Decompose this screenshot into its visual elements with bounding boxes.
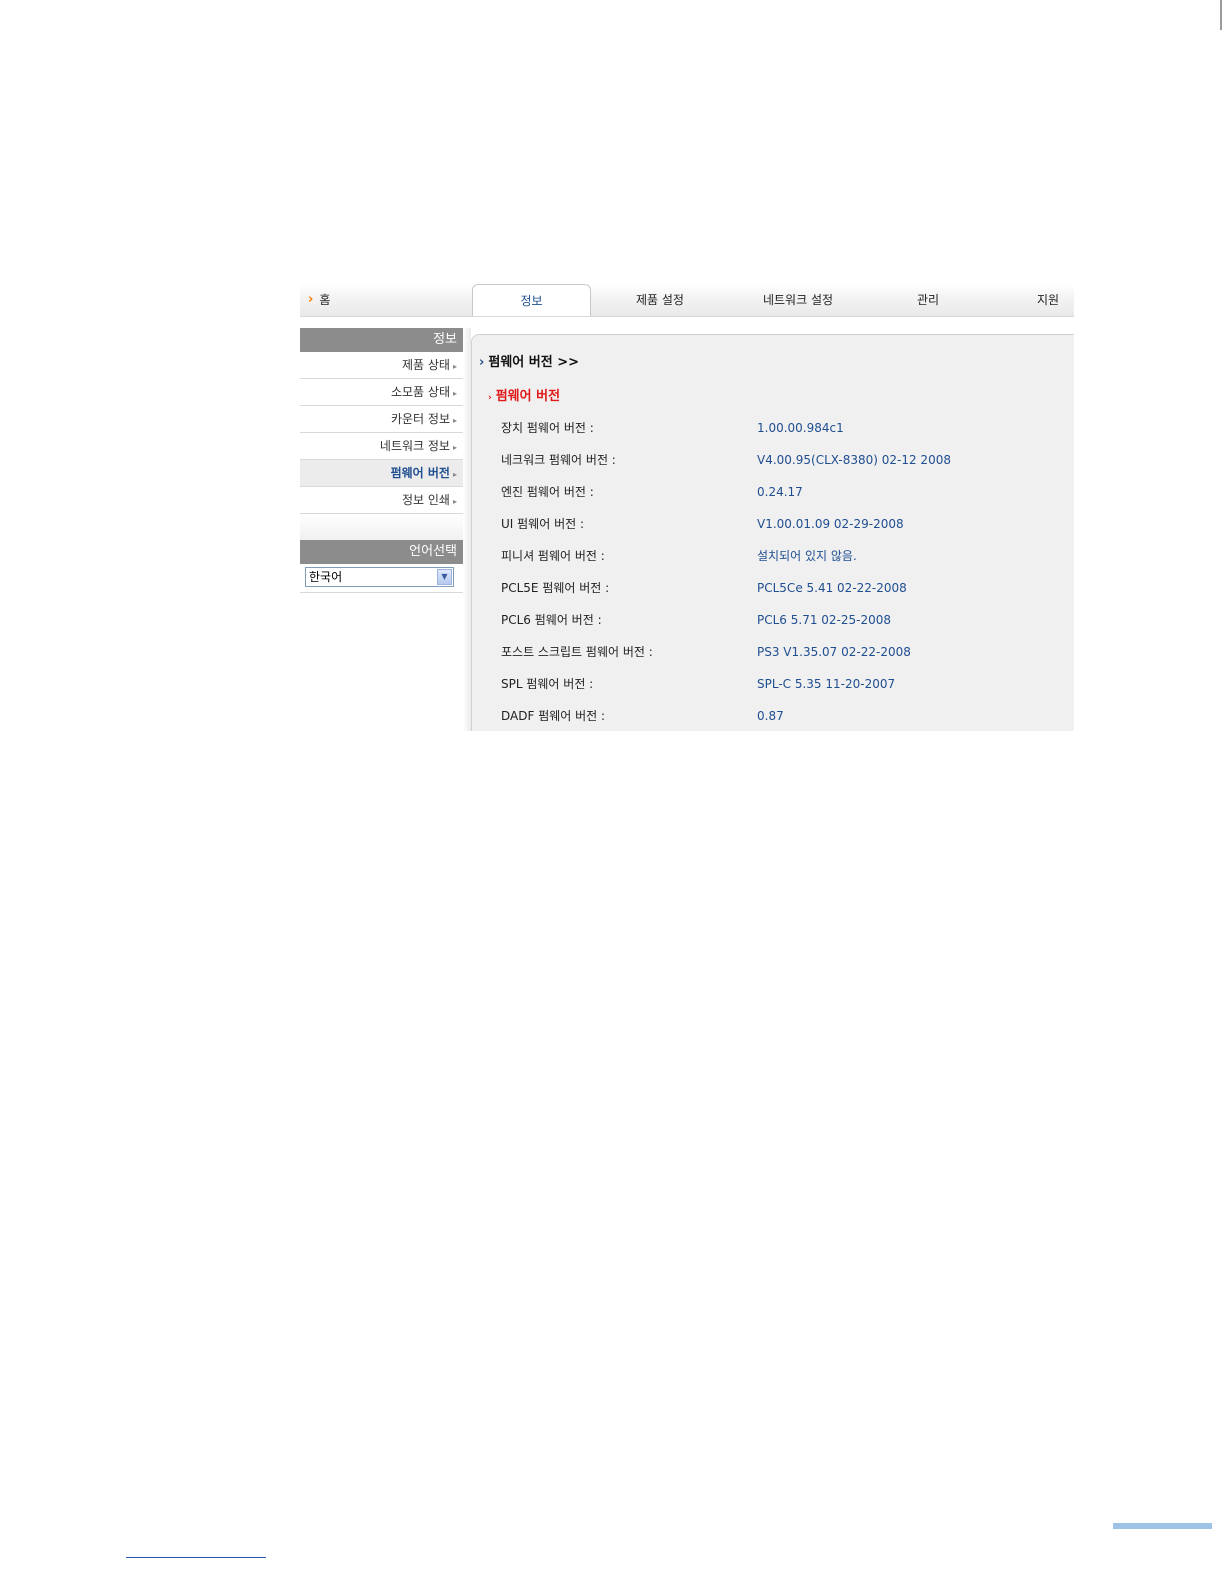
firmware-label: 엔진 펌웨어 버전 : xyxy=(501,485,594,499)
firmware-label: PCL5E 펌웨어 버전 : xyxy=(501,581,610,595)
page-title-text: 펌웨어 버전 >> xyxy=(488,355,579,370)
sidebar-item-label: 펌웨어 버전 xyxy=(390,466,450,480)
caret-right-icon: ▸ xyxy=(452,362,457,371)
firmware-row: 엔진 펌웨어 버전 : 0.24.17 xyxy=(501,483,803,500)
sidebar-item-label: 카운터 정보 xyxy=(390,412,450,426)
language-select[interactable]: 한국어 ▼ xyxy=(305,567,454,587)
printer-web-ui: › 홈 정보 제품 설정 네트워크 설정 관리 지원 정보 제품 상태 ▸ 소모품… xyxy=(300,284,1074,731)
sidebar-spacer xyxy=(300,514,463,540)
tab-management[interactable]: 관리 xyxy=(880,284,976,314)
tab-product-settings[interactable]: 제품 설정 xyxy=(600,284,720,314)
firmware-value: V1.00.01.09 02-29-2008 xyxy=(757,517,904,531)
firmware-label: 피니셔 펌웨어 버전 : xyxy=(501,549,605,563)
language-header: 언어선택 xyxy=(300,540,463,564)
tab-support[interactable]: 지원 xyxy=(1006,284,1074,314)
sidebar-item-network-info[interactable]: 네트워크 정보 ▸ xyxy=(300,433,463,460)
firmware-row: PCL6 펌웨어 버전 : PCL6 5.71 02-25-2008 xyxy=(501,611,891,628)
chevron-down-icon[interactable]: ▼ xyxy=(437,569,452,585)
firmware-row: SPL 펌웨어 버전 : SPL-C 5.35 11-20-2007 xyxy=(501,675,895,692)
home-label: 홈 xyxy=(319,293,331,307)
sidebar-item-print-info[interactable]: 정보 인쇄 ▸ xyxy=(300,487,463,514)
firmware-label: PCL6 펌웨어 버전 : xyxy=(501,613,602,627)
caret-right-icon: ▸ xyxy=(452,416,457,425)
caret-right-icon: ▸ xyxy=(452,470,457,479)
sidebar-divider xyxy=(300,587,463,593)
section-title-text: 펌웨어 버전 xyxy=(495,389,561,404)
home-link[interactable]: › 홈 xyxy=(308,291,330,308)
page-footer-bar xyxy=(1113,1523,1212,1529)
caret-right-icon: ▸ xyxy=(452,497,457,506)
firmware-label: 포스트 스크립트 펌웨어 버전 : xyxy=(501,645,653,659)
tab-info[interactable]: 정보 xyxy=(472,284,591,316)
firmware-value: 0.24.17 xyxy=(757,485,803,499)
sidebar-item-supplies-status[interactable]: 소모품 상태 ▸ xyxy=(300,379,463,406)
firmware-row: 포스트 스크립트 펌웨어 버전 : PS3 V1.35.07 02-22-2008 xyxy=(501,643,911,660)
tab-network-settings[interactable]: 네트워크 설정 xyxy=(730,284,866,314)
sidebar-item-product-status[interactable]: 제품 상태 ▸ xyxy=(300,352,463,379)
firmware-value: 1.00.00.984c1 xyxy=(757,421,844,435)
firmware-row: PCL5E 펌웨어 버전 : PCL5Ce 5.41 02-22-2008 xyxy=(501,579,907,596)
content-panel: › 펌웨어 버전 >> › 펌웨어 버전 장치 펌웨어 버전 :1.00.00.98… xyxy=(471,334,1074,731)
caret-right-icon: ▸ xyxy=(452,389,457,398)
firmware-row: 네크워크 펌웨어 버전 : V4.00.95(CLX-8380) 02-12 20… xyxy=(501,451,951,468)
firmware-value: PCL6 5.71 02-25-2008 xyxy=(757,613,892,627)
sidebar-header: 정보 xyxy=(300,328,463,352)
chevron-right-icon: › xyxy=(308,292,314,307)
top-nav: › 홈 정보 제품 설정 네트워크 설정 관리 지원 xyxy=(300,284,1074,317)
language-select-value: 한국어 xyxy=(309,570,343,584)
firmware-row: 장치 펌웨어 버전 : 1.00.00.984c1 xyxy=(501,419,844,436)
chevron-right-icon: › xyxy=(488,393,492,403)
firmware-value: SPL-C 5.35 11-20-2007 xyxy=(757,677,896,691)
sidebar-item-label: 제품 상태 xyxy=(402,358,450,372)
firmware-value: 설치되어 있지 않음. xyxy=(757,549,857,563)
sidebar: 정보 제품 상태 ▸ 소모품 상태 ▸ 카운터 정보 ▸ 네트워크 정보 ▸ 펌웨어 버… xyxy=(300,328,463,593)
firmware-value: PCL5Ce 5.41 02-22-2008 xyxy=(757,581,907,595)
firmware-label: DADF 펌웨어 버전 : xyxy=(501,709,606,723)
firmware-row: DADF 펌웨어 버전 : 0.87 xyxy=(501,707,784,724)
caret-right-icon: ▸ xyxy=(452,443,457,452)
section-title: › 펌웨어 버전 xyxy=(488,385,560,404)
firmware-row: UI 펌웨어 버전 : V1.00.01.09 02-29-2008 xyxy=(501,515,904,532)
firmware-label: UI 펌웨어 버전 : xyxy=(501,517,585,531)
page-title: › 펌웨어 버전 >> xyxy=(479,351,579,370)
page-edge-mark xyxy=(1220,0,1222,30)
sidebar-item-label: 정보 인쇄 xyxy=(402,493,450,507)
firmware-value: 0.87 xyxy=(757,709,784,723)
page-footer-line xyxy=(126,1557,266,1558)
panel-divider xyxy=(463,328,471,731)
firmware-label: 네크워크 펌웨어 버전 : xyxy=(501,453,616,467)
sidebar-item-firmware-version[interactable]: 펌웨어 버전 ▸ xyxy=(300,460,463,487)
sidebar-item-label: 네트워크 정보 xyxy=(379,439,450,453)
firmware-label: 장치 펌웨어 버전 : xyxy=(501,421,594,435)
firmware-label: SPL 펌웨어 버전 : xyxy=(501,677,594,691)
firmware-value: PS3 V1.35.07 02-22-2008 xyxy=(757,645,911,659)
sidebar-item-label: 소모품 상태 xyxy=(390,385,450,399)
chevron-right-icon: › xyxy=(479,355,485,370)
firmware-value: V4.00.95(CLX-8380) 02-12 2008 xyxy=(757,453,951,467)
firmware-row: 피니셔 펌웨어 버전 : 설치되어 있지 않음. xyxy=(501,547,857,564)
sidebar-item-counter-info[interactable]: 카운터 정보 ▸ xyxy=(300,406,463,433)
